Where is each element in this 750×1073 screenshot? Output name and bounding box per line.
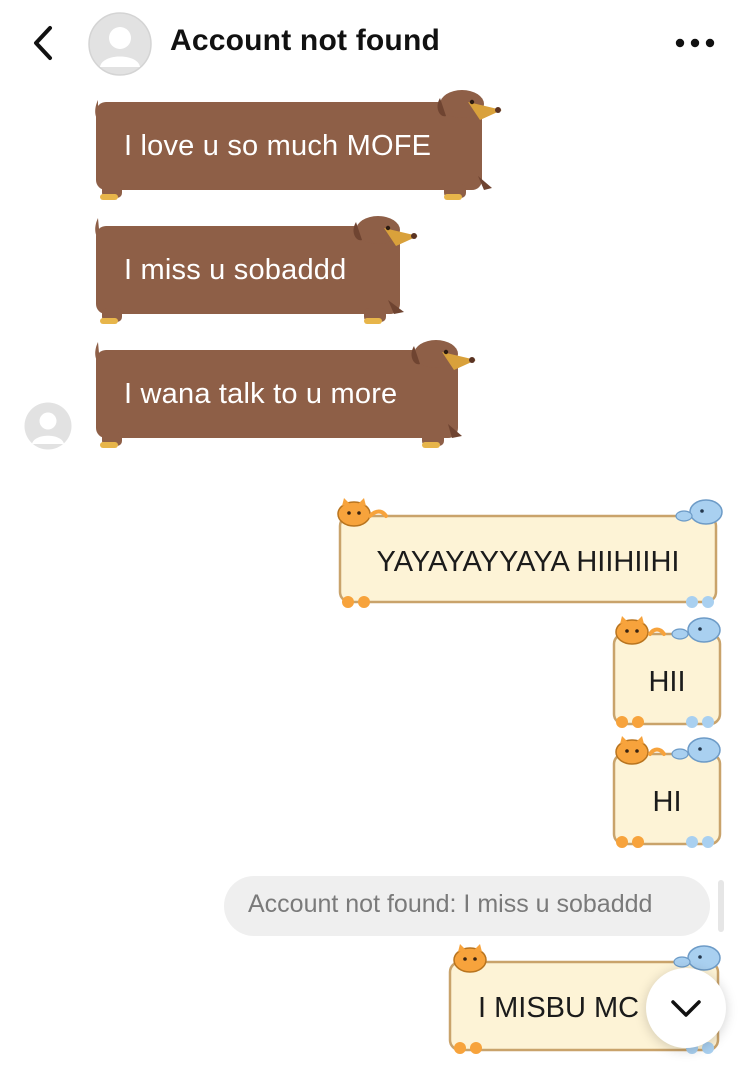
- more-options-button[interactable]: [672, 30, 718, 56]
- received-message-bubble[interactable]: I love u so much MOFE: [88, 90, 508, 202]
- contact-name[interactable]: Account not found: [170, 24, 440, 58]
- received-message-bubble[interactable]: I wana talk to u more: [88, 336, 488, 452]
- message-text: HI: [652, 786, 682, 818]
- reply-indicator-bar: [718, 880, 724, 932]
- sender-avatar[interactable]: [24, 402, 72, 450]
- received-message-bubble[interactable]: I miss u sobaddd: [88, 212, 428, 328]
- message-text: I miss u sobaddd: [124, 254, 347, 286]
- more-horizontal-icon: [675, 38, 715, 48]
- message-text: I love u so much MOFE: [124, 130, 432, 162]
- message-text: I MISBU MC: [478, 992, 640, 1024]
- back-button[interactable]: [28, 22, 64, 64]
- default-avatar-icon: [88, 12, 152, 76]
- sent-message-bubble[interactable]: HII: [608, 616, 724, 730]
- chevron-down-icon: [671, 1000, 701, 1017]
- sent-message-bubble[interactable]: HI: [608, 736, 724, 850]
- contact-avatar[interactable]: [88, 12, 152, 76]
- chevron-left-icon: [34, 26, 52, 60]
- message-text: YAYAYAYYAYA HIIHIIHI: [376, 546, 680, 578]
- message-text: I wana talk to u more: [124, 378, 398, 410]
- reply-quote-text: Account not found: I miss u sobaddd: [248, 890, 653, 918]
- message-text: HII: [648, 666, 686, 698]
- chat-header: Account not found: [0, 0, 750, 90]
- default-avatar-icon: [24, 402, 72, 450]
- scroll-to-bottom-button[interactable]: [646, 968, 726, 1048]
- reply-quote[interactable]: Account not found: I miss u sobaddd: [224, 876, 710, 936]
- sent-message-bubble[interactable]: YAYAYAYYAYA HIIHIIHI: [332, 498, 724, 610]
